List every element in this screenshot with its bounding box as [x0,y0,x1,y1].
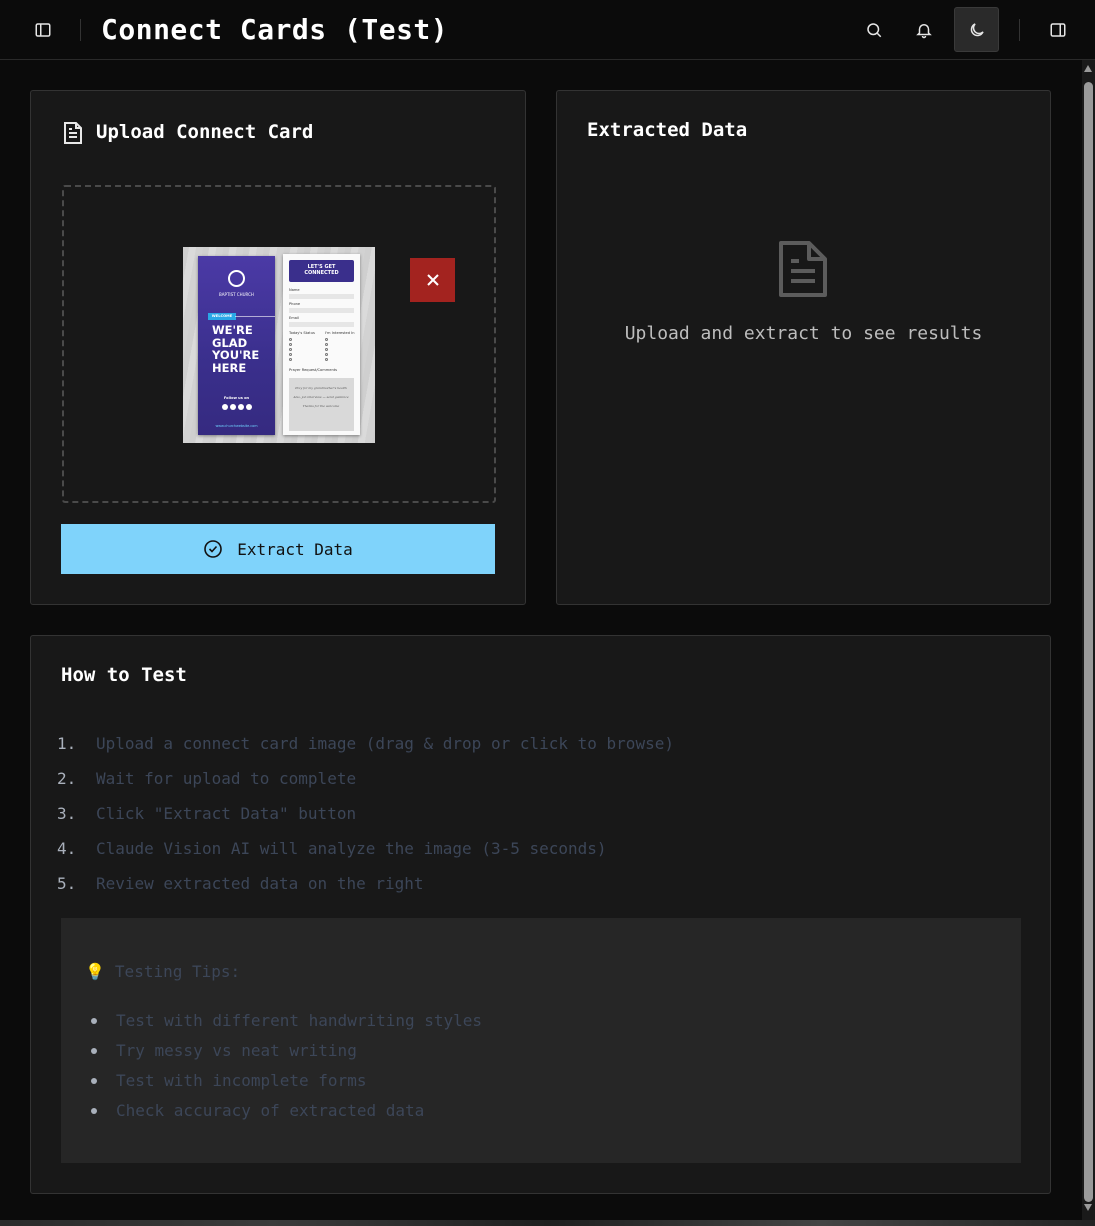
email-label: Email [289,316,299,320]
card-back-heading: LET'S GET CONNECTED [289,260,354,282]
testing-tips-heading: 💡 Testing Tips: [85,962,240,981]
document-icon [64,122,82,144]
remove-image-button[interactable] [410,258,455,302]
empty-state-text: Upload and extract to see results [624,323,983,344]
steps-list: 1. Upload a connect card image (drag & dr… [57,732,674,907]
name-label: Name [289,288,300,292]
checkbox [289,348,292,351]
search-button[interactable] [854,10,894,50]
handwritten-comment: Thanks for the welcome [302,404,340,408]
header-divider [80,19,81,41]
dropzone[interactable]: BAPTIST CHURCH WELCOME WE'RE GLAD YOU'RE… [62,185,496,503]
step-number: 4. [57,839,77,858]
step-number: 1. [57,734,77,753]
social-icon [222,404,228,410]
church-logo [228,270,245,287]
card-front: BAPTIST CHURCH WELCOME WE'RE GLAD YOU'RE… [198,256,275,435]
extracted-data-title: Extracted Data [587,119,748,141]
tip-item: Test with incomplete forms [90,1068,482,1098]
step-item: 3. Click "Extract Data" button [57,802,674,837]
step-text: Click "Extract Data" button [96,804,357,823]
vertical-scrollbar[interactable] [1082,60,1095,1220]
extract-data-label: Extract Data [237,539,353,559]
step-text: Claude Vision AI will analyze the image … [96,839,607,858]
card-image-preview: BAPTIST CHURCH WELCOME WE'RE GLAD YOU'RE… [183,247,375,443]
welcome-tag: WELCOME [208,313,236,320]
sidebar-toggle-icon [35,23,51,37]
tip-item: Try messy vs neat writing [90,1038,482,1068]
how-to-test-title: How to Test [61,664,187,686]
check-circle-icon [204,540,223,558]
church-name: BAPTIST CHURCH [219,292,254,297]
sidebar-toggle-button[interactable] [23,10,63,50]
tip-item: Check accuracy of extracted data [90,1098,482,1128]
step-number: 3. [57,804,77,823]
checkbox [289,343,292,346]
checkbox [289,353,292,356]
how-to-test-card: How to Test 1. Upload a connect card imag… [30,635,1051,1194]
comments-label: Prayer Request/Comments [289,368,338,372]
card-headline: WE'RE GLAD YOU'RE HERE [212,323,260,375]
status-label: Today's Status [289,331,315,335]
social-icon [246,404,252,410]
step-item: 5. Review extracted data on the right [57,872,674,907]
notifications-button[interactable] [904,10,944,50]
follow-label: Follow us on [223,396,250,400]
bell-icon [916,24,932,39]
tip-item: Test with different handwriting styles [90,1008,482,1038]
social-icon [230,404,236,410]
bottom-strip [0,1220,1095,1226]
handwritten-comment: Pray for my grandmother's health [295,386,347,390]
checkbox [289,338,292,341]
document-icon [779,241,827,297]
card-back: LET'S GET CONNECTED Name Phone Email Tod… [283,254,360,435]
step-number: 2. [57,769,77,788]
scroll-down-arrow[interactable] [1084,1204,1092,1211]
header-divider [1019,19,1020,41]
step-number: 5. [57,874,77,893]
phone-field [289,308,354,313]
top-bar: Connect Cards (Test) [0,0,1095,60]
extracted-data-card: Extracted Data Upload and extract to see… [556,90,1051,605]
step-item: 1. Upload a connect card image (drag & dr… [57,732,674,767]
email-field [289,322,354,327]
step-item: 2. Wait for upload to complete [57,767,674,802]
upload-card: Upload Connect Card BAPTIST CHURCH WELCO… [30,90,526,605]
phone-label: Phone [289,302,301,306]
scroll-thumb[interactable] [1084,82,1093,1202]
search-icon [867,23,882,38]
checkbox [289,358,292,361]
checkbox [325,348,328,351]
name-field [289,294,354,299]
lightbulb-icon: 💡 [85,962,105,981]
testing-tips-box: 💡 Testing Tips: Test with different handw… [61,918,1021,1163]
checkbox [325,343,328,346]
checkbox [325,338,328,341]
extract-data-button[interactable]: Extract Data [61,524,495,574]
tips-list: Test with different handwriting styles T… [90,1008,482,1128]
page-title: Connect Cards (Test) [101,13,449,46]
handwritten-comment: Also, job interview — send guidance [293,395,349,399]
theme-toggle-button[interactable] [954,7,999,52]
testing-tips-title: Testing Tips: [114,962,241,981]
checkbox [325,358,328,361]
upload-card-title: Upload Connect Card [96,121,314,143]
step-text: Wait for upload to complete [96,769,357,788]
decorative-line [235,316,275,317]
step-item: 4. Claude Vision AI will analyze the imag… [57,837,674,872]
checkbox [325,353,328,356]
social-icon [238,404,244,410]
interest-label: I'm Interested In [325,331,355,335]
right-panel-icon [1050,23,1066,37]
scroll-up-arrow[interactable] [1084,65,1092,72]
moon-icon [970,22,984,36]
close-icon [426,274,439,286]
right-panel-toggle-button[interactable] [1038,10,1078,50]
step-text: Upload a connect card image (drag & drop… [96,734,674,753]
church-url: www.churchwebsite.com [215,424,258,428]
step-text: Review extracted data on the right [96,874,424,893]
